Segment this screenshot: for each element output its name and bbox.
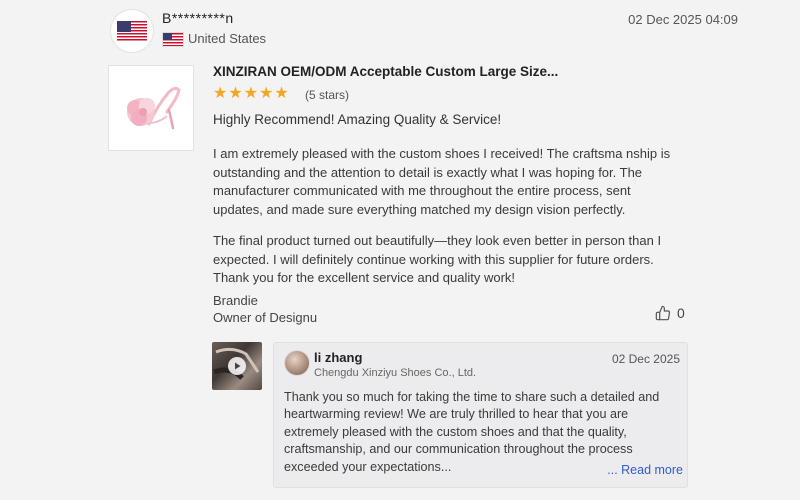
reply-date: 02 Dec 2025: [611, 352, 680, 366]
pink-heel-shoe-image: [127, 86, 181, 130]
review-video-thumbnail[interactable]: [212, 342, 262, 390]
star-icon: ★: [228, 85, 243, 102]
thumbs-up-icon: [655, 305, 671, 321]
like-count: 0: [677, 305, 685, 321]
read-more-ellipsis: ...: [607, 463, 618, 477]
reviewer-country: United States: [188, 31, 267, 46]
review-headline: Highly Recommend! Amazing Quality & Serv…: [213, 112, 502, 127]
seller-company: Chengdu Xinziyu Shoes Co., Ltd.: [314, 367, 477, 379]
play-icon: [228, 357, 246, 375]
review-paragraph: I am extremely pleased with the custom s…: [213, 146, 671, 217]
signature-title: Owner of Designu: [213, 310, 318, 325]
like-button[interactable]: 0: [655, 305, 685, 321]
rating-label: (5 stars): [305, 88, 350, 102]
star-icon: ★: [243, 85, 259, 102]
star-icon: ★: [259, 85, 274, 102]
read-more-label: Read more: [621, 463, 683, 477]
read-more-link[interactable]: ... Read more: [607, 463, 683, 477]
seller-avatar: [284, 350, 310, 376]
star-rating: ★ ★ ★ ★ ★: [213, 86, 289, 102]
review-date: 02 Dec 2025 04:09: [628, 12, 738, 27]
seller-name: li zhang: [314, 350, 363, 365]
star-icon: ★: [274, 85, 289, 102]
reviewer-name: B*********n: [162, 10, 234, 26]
signature-name: Brandie: [213, 293, 258, 308]
star-icon: ★: [213, 85, 228, 102]
us-flag-icon: [117, 21, 147, 41]
review-paragraph: The final product turned out beautifully…: [213, 233, 662, 286]
product-thumbnail[interactable]: [108, 65, 194, 151]
reviewer-avatar: [110, 9, 154, 53]
product-title-link[interactable]: XINZIRAN OEM/ODM Acceptable Custom Large…: [213, 64, 558, 79]
us-flag-icon: [162, 32, 184, 47]
